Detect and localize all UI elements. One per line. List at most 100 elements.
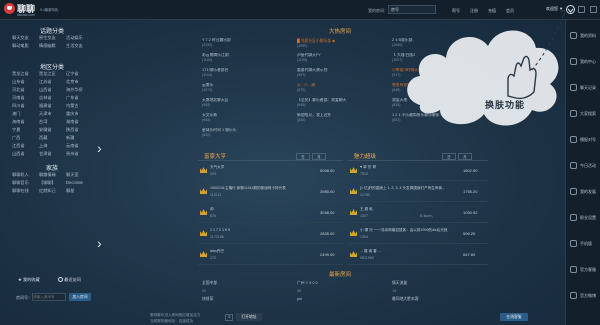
- category-tag[interactable]: 原生交友: [39, 35, 66, 43]
- rich_list-row[interactable]: 帅 876 3048.00: [198, 205, 343, 223]
- region-tag[interactable]: 上海: [39, 143, 66, 151]
- family-tag[interactable]: 聊聊在线: [12, 188, 39, 196]
- region-tag[interactable]: 天津市: [39, 111, 66, 119]
- family-tag[interactable]: 【聊聊】: [39, 180, 66, 188]
- new-room-item[interactable]: 最同地大胜本客: [392, 297, 419, 302]
- rich_list-row[interactable]: alan乔巴 172 2499.00: [198, 247, 343, 265]
- region-tag[interactable]: 山东省: [12, 79, 39, 87]
- hot-room-item[interactable]: 173 聊乐者部台 (1150): [202, 68, 287, 77]
- sidebar-item[interactable]: 我的中心: [566, 50, 600, 75]
- my-favorites-button[interactable]: ★ 我的收藏: [18, 277, 40, 283]
- hot-room-item[interactable]: 彩云南腾乐江湖 (1150): [202, 53, 287, 62]
- hot-room-item[interactable]: 声接代聊天FY (1190): [297, 53, 382, 62]
- hot-room-item[interactable]: Y 7 2 时日趣乐部 (2290): [202, 38, 287, 47]
- rich_list-row[interactable]: 1900216:主播行 新聊11511期的新版珠卡特代表 115111 3985.0…: [198, 184, 343, 202]
- region-tag[interactable]: 湖南省: [66, 119, 93, 127]
- charm-list-month-tab[interactable]: 月: [458, 153, 472, 160]
- family-tag[interactable]: 聊天室: [66, 172, 93, 180]
- family-tag[interactable]: 聊聊音乐: [12, 180, 39, 188]
- new-room-item[interactable]: 全国中部: [202, 281, 217, 286]
- region-tag[interactable]: 辽宁省: [66, 71, 93, 79]
- hot-room-item[interactable]: █ 邻居社区小聊乐部 ◆ (1990): [297, 38, 382, 48]
- sidebar-item[interactable]: 官方微博: [566, 284, 600, 309]
- region-tag[interactable]: 陕西省: [66, 127, 93, 135]
- hot-room-item[interactable]: 重要代聊天演示划 (957): [297, 68, 382, 77]
- region-tag[interactable]: 广西: [12, 135, 39, 143]
- close-icon[interactable]: [590, 6, 597, 13]
- new-room-item[interactable]: psl: [297, 297, 302, 301]
- sidebar-item[interactable]: 我的发展: [566, 180, 600, 205]
- category-tag[interactable]: 聊天交友: [12, 35, 39, 43]
- new-room-item[interactable]: 快餐家: [202, 297, 213, 302]
- minimize-icon[interactable]: [578, 6, 585, 13]
- region-tag[interactable]: 海南省: [12, 119, 39, 127]
- charm_list-row[interactable]: ... 路 南 春 ... 9811960 667.80: [348, 247, 488, 265]
- region-tag[interactable]: 黑龙江省: [12, 71, 39, 79]
- skin-switch-icon[interactable]: [565, 4, 576, 15]
- sidebar-item[interactable]: 职业设置: [566, 206, 600, 231]
- hot-room-item[interactable]: 【全民】聊乐者部：我爱聊天 (945): [297, 98, 382, 107]
- charm_list-row[interactable]: ♥ 卓 东 哥 7510 1802.90: [348, 163, 488, 181]
- family-tag[interactable]: 红颜知己: [39, 188, 66, 196]
- sidebar-item[interactable]: 播报对号: [566, 128, 600, 153]
- sidebar-item[interactable]: 我的资料: [566, 24, 600, 49]
- room-number-input[interactable]: [32, 293, 66, 301]
- region-tag[interactable]: 贵州省: [66, 151, 93, 159]
- new-room-item[interactable]: 19: [392, 289, 396, 293]
- region-tag[interactable]: 北京市: [66, 79, 93, 87]
- rich-list-day-tab[interactable]: 日: [296, 153, 310, 160]
- region-tag[interactable]: 江苏省: [39, 79, 66, 87]
- hot-room-item[interactable]: 星球乐时间 1 聊乐乐 (830): [202, 128, 287, 137]
- rich_list-row[interactable]: 1 1 7 2 1 6 9 1172166 2835.00: [198, 226, 343, 244]
- region-tag[interactable]: 广东省: [66, 95, 93, 103]
- region-tag[interactable]: 河北省: [12, 87, 39, 95]
- next-page-icon-lower[interactable]: ›: [97, 235, 102, 251]
- region-tag[interactable]: 西藏: [39, 135, 66, 143]
- region-tag[interactable]: 云南省: [66, 143, 93, 151]
- region-tag[interactable]: 四川省: [12, 103, 39, 111]
- hot-room-item[interactable]: 天文乐新 (945): [202, 113, 287, 122]
- family-tag[interactable]: 聊星: [66, 188, 93, 196]
- region-tag[interactable]: 河南省: [12, 95, 39, 103]
- open-address-button[interactable]: 打开地址: [236, 313, 262, 321]
- charm_list-row[interactable]: 王 超 私 1307 E-store。 1050.92: [348, 205, 488, 223]
- region-tag[interactable]: 重庆市: [66, 111, 93, 119]
- category-tag[interactable]: 聊动电影: [12, 43, 39, 51]
- sidebar-item[interactable]: 今日活动: [566, 154, 600, 179]
- family-tag[interactable]: Decorate: [66, 180, 93, 188]
- recent-visits-button[interactable]: 最近访问: [58, 277, 81, 283]
- online-service-button[interactable]: 在线客服: [500, 313, 528, 321]
- region-tag[interactable]: 海外华侨: [66, 87, 93, 95]
- region-tag[interactable]: 福建省: [39, 103, 66, 111]
- next-page-icon[interactable]: ›: [97, 140, 102, 156]
- rich_list-row[interactable]: 天气大亨 209 5098.00: [198, 163, 343, 181]
- sidebar-item[interactable]: 大家搜索: [566, 102, 600, 127]
- sidebar-item[interactable]: 聊天记录: [566, 76, 600, 101]
- charm_list-row[interactable]: [1 亿]好的直面上 1, 2, 3, 4 头发周围我们产有生有商... 4178…: [348, 184, 488, 202]
- region-tag[interactable]: 山西省: [12, 151, 39, 159]
- sidebar-item[interactable]: 手机版: [566, 232, 600, 257]
- rich-list-month-tab[interactable]: 月: [312, 153, 326, 160]
- region-tag[interactable]: 内蒙古: [66, 103, 93, 111]
- region-tag[interactable]: 山西省: [39, 87, 66, 95]
- hot-room-item[interactable]: 云南乐 (1073): [202, 83, 287, 92]
- new-room-item[interactable]: 情天流量: [392, 281, 407, 286]
- sidebar-item[interactable]: 官方客服: [566, 258, 600, 283]
- region-tag[interactable]: 黑龙江区: [39, 71, 66, 79]
- region-tag[interactable]: 甘肃省: [39, 151, 66, 159]
- region-tag[interactable]: 宁夏: [12, 127, 39, 135]
- region-tag[interactable]: 安徽省: [39, 127, 66, 135]
- charm-list-day-tab[interactable]: 日: [442, 153, 456, 160]
- family-tag[interactable]: 聊聊机人: [12, 172, 39, 180]
- category-tag[interactable]: 情感幽默: [39, 43, 66, 51]
- page-number[interactable]: 3: [225, 314, 233, 321]
- region-tag[interactable]: 江西省: [12, 143, 39, 151]
- category-tag[interactable]: 活动娱乐: [66, 35, 93, 43]
- region-tag[interactable]: 新疆: [66, 135, 93, 143]
- hot-room-item[interactable]: 新加哈贝，我上过外 (845): [297, 113, 382, 122]
- category-tag[interactable]: 生活交友: [66, 43, 93, 51]
- new-room-item[interactable]: 广州 Y 3 0 0: [297, 281, 318, 286]
- new-room-item[interactable]: 20: [202, 289, 206, 293]
- join-room-button[interactable]: 加入房间: [69, 293, 91, 301]
- hot-room-item[interactable]: 天 - 八 - 藏 (972): [297, 83, 382, 92]
